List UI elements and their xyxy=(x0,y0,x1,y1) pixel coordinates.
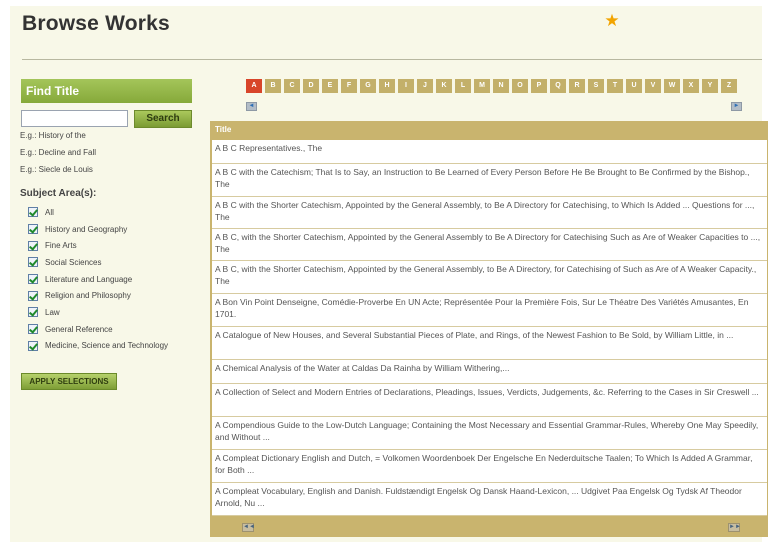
letter-w[interactable]: W xyxy=(664,79,680,93)
subject-option-label: Fine Arts xyxy=(45,241,77,251)
example-hint: E.g.: History of the xyxy=(20,131,86,140)
checkbox[interactable] xyxy=(28,340,38,351)
title-link[interactable]: A Collection of Select and Modern Entrie… xyxy=(215,387,759,397)
subject-option-religion-philosophy[interactable]: Religion and Philosophy xyxy=(28,287,168,304)
table-row: A Compendious Guide to the Low-Dutch Lan… xyxy=(212,417,767,450)
table-row: A B C, with the Shorter Catechism, Appoi… xyxy=(212,229,767,261)
title-column-header: Title xyxy=(215,125,232,134)
subject-option-label: All xyxy=(45,207,54,217)
letter-r[interactable]: R xyxy=(569,79,585,93)
letter-y[interactable]: Y xyxy=(702,79,718,93)
title-search-input[interactable] xyxy=(21,110,128,127)
subject-option-label: Religion and Philosophy xyxy=(45,291,131,301)
alphabet-nav: A B C D E F G H I J K L M N O P Q R S T … xyxy=(246,79,740,93)
letter-v[interactable]: V xyxy=(645,79,661,93)
find-title-header: Find Title xyxy=(21,79,192,103)
letter-q[interactable]: Q xyxy=(550,79,566,93)
letter-b[interactable]: B xyxy=(265,79,281,93)
results-table: Title A B C Representatives., The A B C … xyxy=(210,121,768,537)
title-link[interactable]: A B C with the Catechism; That Is to Say… xyxy=(215,167,750,189)
letter-d[interactable]: D xyxy=(303,79,319,93)
apply-selections-button[interactable]: APPLY SELECTIONS xyxy=(21,373,117,390)
letter-k[interactable]: K xyxy=(436,79,452,93)
subject-option-medicine-science[interactable]: Medicine, Science and Technology xyxy=(28,338,168,355)
title-link[interactable]: A Compleat Vocabulary, English and Danis… xyxy=(215,486,742,508)
subject-option-label: History and Geography xyxy=(45,224,128,234)
subject-option-label: Medicine, Science and Technology xyxy=(45,341,169,351)
letter-l[interactable]: L xyxy=(455,79,471,93)
subject-option-label: Law xyxy=(45,307,60,317)
letter-p[interactable]: P xyxy=(531,79,547,93)
table-row: A Compleat Vocabulary, English and Danis… xyxy=(212,483,767,516)
star-icon[interactable]: ★ xyxy=(603,12,621,30)
page-title: Browse Works xyxy=(22,12,170,35)
title-link[interactable]: A Compendious Guide to the Low-Dutch Lan… xyxy=(215,420,758,442)
letter-i[interactable]: I xyxy=(398,79,414,93)
checkbox[interactable] xyxy=(28,274,38,285)
table-row: A B C with the Shorter Catechism, Appoin… xyxy=(212,197,767,229)
subject-checkbox-list: All History and Geography Fine Arts Soci… xyxy=(28,204,168,354)
subject-option-fine-arts[interactable]: Fine Arts xyxy=(28,237,168,254)
alphabet-next-arrow-icon[interactable]: ► xyxy=(731,102,742,111)
subject-option-label: Social Sciences xyxy=(45,257,102,267)
letter-m[interactable]: M xyxy=(474,79,490,93)
subject-option-all[interactable]: All xyxy=(28,204,168,221)
letter-e[interactable]: E xyxy=(322,79,338,93)
letter-x[interactable]: X xyxy=(683,79,699,93)
subject-option-history-geography[interactable]: History and Geography xyxy=(28,221,168,238)
subject-option-label: General Reference xyxy=(45,324,113,334)
title-link[interactable]: A B C Representatives., The xyxy=(215,143,322,153)
subject-option-literature-language[interactable]: Literature and Language xyxy=(28,271,168,288)
checkbox[interactable] xyxy=(28,307,38,318)
checkbox[interactable] xyxy=(28,290,38,301)
checkbox[interactable] xyxy=(28,257,38,268)
title-link[interactable]: A Catalogue of New Houses, and Several S… xyxy=(215,330,733,340)
letter-s[interactable]: S xyxy=(588,79,604,93)
title-link[interactable]: A B C, with the Shorter Catechism, Appoi… xyxy=(215,264,756,286)
letter-c[interactable]: C xyxy=(284,79,300,93)
table-row: A Collection of Select and Modern Entrie… xyxy=(212,384,767,417)
table-row: A B C, with the Shorter Catechism, Appoi… xyxy=(212,261,767,294)
search-button[interactable]: Search xyxy=(134,110,192,128)
title-link[interactable]: A Chemical Analysis of the Water at Cald… xyxy=(215,363,509,373)
browse-works-page: Browse Works ★ Find Title Search E.g.: H… xyxy=(10,6,768,542)
subject-areas-label: Subject Area(s): xyxy=(20,188,97,199)
checkbox[interactable] xyxy=(28,240,38,251)
alphabet-prev-arrow-icon[interactable]: ◄ xyxy=(246,102,257,111)
checkbox[interactable] xyxy=(28,224,38,235)
table-row: A B C with the Catechism; That Is to Say… xyxy=(212,164,767,197)
table-row: A Chemical Analysis of the Water at Cald… xyxy=(212,360,767,384)
table-row: A B C Representatives., The xyxy=(212,140,767,164)
letter-j[interactable]: J xyxy=(417,79,433,93)
page-prev-arrow-icon[interactable]: ◄◄ xyxy=(242,523,255,532)
page-next-arrow-icon[interactable]: ►► xyxy=(728,523,741,532)
title-link[interactable]: A Compleat Dictionary English and Dutch,… xyxy=(215,453,752,475)
title-link[interactable]: A B C with the Shorter Catechism, Appoin… xyxy=(215,200,754,222)
subject-option-label: Literature and Language xyxy=(45,274,133,284)
divider xyxy=(22,59,762,60)
table-row: A Compleat Dictionary English and Dutch,… xyxy=(212,450,767,483)
letter-u[interactable]: U xyxy=(626,79,642,93)
letter-f[interactable]: F xyxy=(341,79,357,93)
letter-n[interactable]: N xyxy=(493,79,509,93)
letter-g[interactable]: G xyxy=(360,79,376,93)
table-row: A Catalogue of New Houses, and Several S… xyxy=(212,327,767,360)
checkbox[interactable] xyxy=(28,324,38,335)
checkbox[interactable] xyxy=(28,207,38,218)
letter-h[interactable]: H xyxy=(379,79,395,93)
subject-option-social-sciences[interactable]: Social Sciences xyxy=(28,254,168,271)
subject-option-law[interactable]: Law xyxy=(28,304,168,321)
results-rows: A B C Representatives., The A B C with t… xyxy=(212,140,767,516)
letter-z[interactable]: Z xyxy=(721,79,737,93)
subject-option-general-reference[interactable]: General Reference xyxy=(28,321,168,338)
title-link[interactable]: A B C, with the Shorter Catechism, Appoi… xyxy=(215,232,760,254)
letter-a[interactable]: A xyxy=(246,79,262,93)
example-hint: E.g.: Siecle de Louis xyxy=(20,165,93,174)
example-hint: E.g.: Decline and Fall xyxy=(20,148,97,157)
letter-o[interactable]: O xyxy=(512,79,528,93)
title-link[interactable]: A Bon Vin Point Denseigne, Comédie-Prove… xyxy=(215,297,748,319)
letter-t[interactable]: T xyxy=(607,79,623,93)
table-row: A Bon Vin Point Denseigne, Comédie-Prove… xyxy=(212,294,767,327)
